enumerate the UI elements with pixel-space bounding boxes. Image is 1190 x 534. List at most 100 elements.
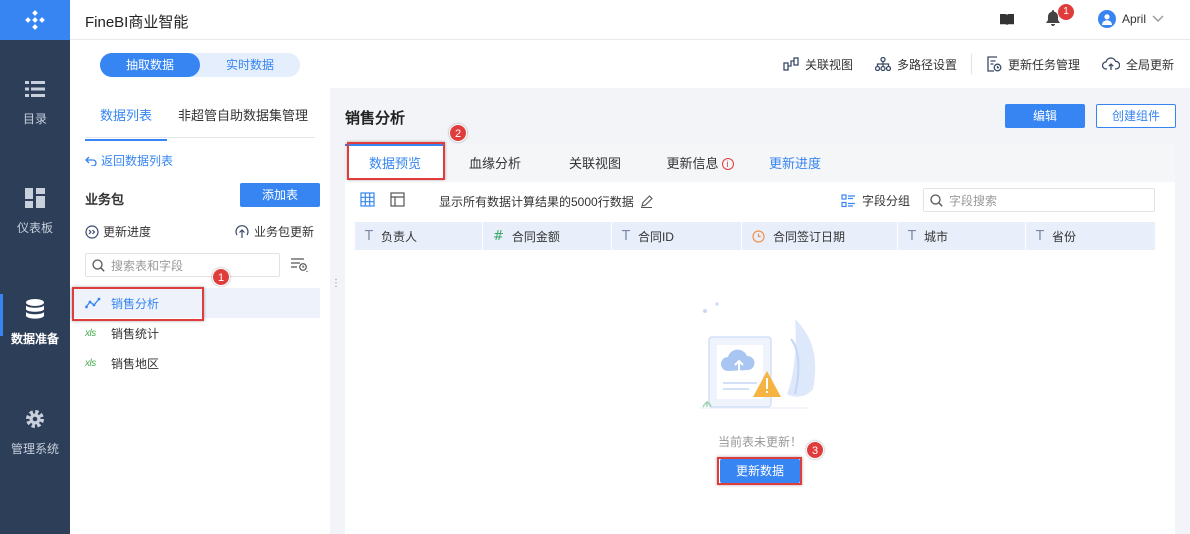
hierarchy-icon — [874, 57, 891, 71]
list-icon — [24, 78, 46, 100]
package-update-label: 业务包更新 — [254, 225, 315, 239]
number-type-icon: # — [493, 228, 504, 244]
nav-item-admin[interactable]: 管理系统 — [0, 408, 70, 488]
date-type-icon — [752, 229, 765, 243]
nav-item-data-prep[interactable]: 数据准备 — [0, 294, 70, 378]
search-icon — [930, 193, 943, 207]
edit-pencil-icon[interactable] — [640, 195, 653, 208]
column-header[interactable]: T 负责人 — [355, 222, 483, 250]
notification-bell[interactable]: 1 — [1046, 4, 1074, 29]
column-header[interactable]: T 城市 — [898, 222, 1026, 250]
tab-update-info[interactable]: 更新信息 i — [645, 144, 755, 182]
multipath-settings-label: 多路径设置 — [896, 57, 957, 72]
toolbar: 抽取数据 实时数据 关联视图 多路径设置 更新任务管理 全局更新 — [70, 40, 1190, 88]
callout-highlight-3 — [717, 457, 802, 485]
nav-label-data-prep: 数据准备 — [10, 332, 59, 346]
empty-state-illustration — [695, 299, 825, 417]
dashboard-icon — [24, 187, 46, 209]
relation-icon — [783, 57, 799, 71]
column-name: 合同金额 — [511, 229, 560, 244]
info-icon: i — [721, 158, 734, 170]
table-search-input[interactable]: 搜索表和字段 — [85, 253, 280, 277]
global-update-label: 全局更新 — [1125, 57, 1174, 72]
gear-icon — [24, 408, 46, 430]
table-name: 销售地区 — [111, 356, 160, 371]
column-header[interactable]: T 省份 — [1026, 222, 1155, 250]
update-task-button[interactable]: 更新任务管理 — [986, 56, 1080, 73]
toolbar-divider — [970, 54, 972, 74]
text-type-icon: T — [908, 228, 916, 244]
text-type-icon: T — [622, 228, 630, 244]
field-search-input[interactable]: 字段搜索 — [923, 188, 1155, 212]
preview-note-text: 显示所有数据计算结果的5000行数据 — [439, 195, 634, 209]
toolbar-actions: 关联视图 多路径设置 更新任务管理 全局更新 — [761, 54, 1174, 74]
callout-badge-3: 3 — [806, 441, 824, 459]
user-icon — [1102, 14, 1112, 25]
logo-icon — [25, 10, 45, 30]
table-item-sales-region[interactable]: xls 销售地区 — [85, 348, 320, 378]
app-logo[interactable] — [0, 0, 70, 40]
nav-label-admin: 管理系统 — [10, 442, 59, 456]
tab-relation-view[interactable]: 关联视图 — [545, 144, 645, 182]
xls-icon: xls — [85, 327, 96, 339]
content-tabs: 数据预览 血缘分析 关联视图 更新信息 i 更新进度 — [345, 144, 1175, 182]
table-item-sales-stats[interactable]: xls 销售统计 — [85, 318, 320, 348]
multipath-settings-button[interactable]: 多路径设置 — [874, 56, 957, 73]
column-header[interactable]: T 合同ID — [612, 222, 742, 250]
cloud-upload-icon — [1101, 57, 1120, 70]
column-name: 省份 — [1051, 229, 1076, 244]
left-panel-tabs: 数据列表 非超管自助数据集管理 — [84, 88, 315, 141]
column-name: 城市 — [923, 229, 948, 244]
filter-sort-icon[interactable] — [290, 257, 310, 276]
column-header[interactable]: # 合同金额 — [483, 222, 612, 250]
back-to-list-link[interactable]: 返回数据列表 — [85, 152, 173, 169]
create-component-button[interactable]: 创建组件 — [1096, 104, 1176, 128]
tab-update-info-label: 更新信息 — [666, 156, 719, 171]
task-doc-icon — [987, 56, 1002, 72]
package-update-link[interactable]: 业务包更新 — [234, 223, 314, 240]
tab-extract-data[interactable]: 抽取数据 — [100, 53, 200, 77]
column-name: 合同签订日期 — [773, 229, 846, 244]
add-table-button[interactable]: 添加表 — [240, 183, 320, 207]
field-group-button[interactable]: 字段分组 — [841, 192, 910, 209]
callout-highlight-2 — [347, 142, 445, 180]
progress-circle-icon — [85, 224, 99, 239]
grid-view-icon[interactable] — [360, 192, 375, 210]
empty-state-text: 当前表未更新！ — [717, 435, 802, 449]
callout-badge-2: 2 — [449, 124, 467, 142]
chevron-down-icon — [1152, 15, 1164, 22]
help-book-icon[interactable] — [1000, 12, 1014, 29]
user-menu[interactable]: April — [1098, 10, 1164, 28]
nav-label-dashboard: 仪表板 — [16, 221, 53, 235]
nav-label-catalog: 目录 — [22, 112, 47, 126]
top-header: FineBI商业智能 1 April — [70, 0, 1190, 40]
relation-view-button[interactable]: 关联视图 — [783, 56, 853, 73]
avatar — [1098, 10, 1116, 28]
return-arrow-icon — [85, 156, 97, 166]
column-name: 合同ID — [637, 229, 674, 244]
tab-lineage[interactable]: 血缘分析 — [445, 144, 545, 182]
back-to-list-label: 返回数据列表 — [101, 154, 174, 168]
edit-button[interactable]: 编辑 — [1005, 104, 1085, 128]
text-type-icon: T — [1036, 228, 1044, 244]
page-title: 销售分析 — [345, 110, 406, 127]
nav-item-dashboard[interactable]: 仪表板 — [0, 187, 70, 267]
tab-realtime-data[interactable]: 实时数据 — [200, 53, 300, 77]
search-icon — [92, 258, 105, 272]
column-header[interactable]: 合同签订日期 — [742, 222, 898, 250]
database-icon — [24, 298, 46, 320]
layout-view-icon[interactable] — [390, 192, 405, 210]
update-progress-link[interactable]: 更新进度 — [85, 223, 151, 240]
tab-data-list[interactable]: 数据列表 — [84, 105, 168, 141]
global-update-button[interactable]: 全局更新 — [1101, 56, 1174, 73]
tab-selfservice-manage[interactable]: 非超管自助数据集管理 — [178, 105, 308, 124]
table-name: 销售统计 — [111, 326, 160, 341]
upload-circle-icon — [235, 224, 249, 238]
tab-update-progress[interactable]: 更新进度 — [745, 144, 845, 182]
column-name: 负责人 — [380, 229, 417, 244]
update-progress-label: 更新进度 — [103, 225, 152, 239]
field-search-placeholder: 字段搜索 — [949, 193, 998, 208]
xls-icon: xls — [85, 357, 96, 369]
user-name: April — [1122, 12, 1147, 26]
nav-item-catalog[interactable]: 目录 — [0, 78, 70, 158]
